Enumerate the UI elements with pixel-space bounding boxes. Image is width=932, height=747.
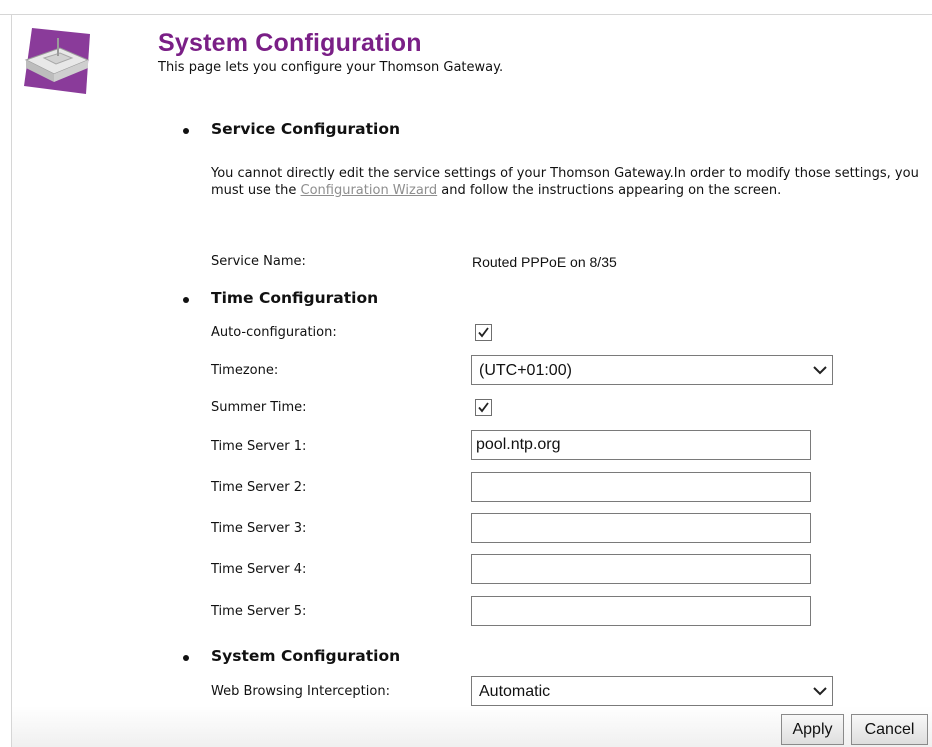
time-server-2-label: Time Server 2: <box>211 480 307 495</box>
service-info-text-2: and follow the instructions appearing on… <box>437 182 782 198</box>
cancel-button[interactable]: Cancel <box>851 714 928 745</box>
summer-time-label: Summer Time: <box>211 400 307 415</box>
service-configuration-heading: Service Configuration <box>211 120 401 138</box>
apply-button[interactable]: Apply <box>781 714 844 745</box>
service-name-label: Service Name: <box>211 254 306 269</box>
auto-configuration-label: Auto-configuration: <box>211 325 337 340</box>
time-server-2-input[interactable] <box>471 472 811 502</box>
bullet-icon <box>183 655 189 661</box>
time-server-3-input[interactable] <box>471 513 811 543</box>
configuration-wizard-link[interactable]: Configuration Wizard <box>301 183 438 198</box>
page-description: This page lets you configure your Thomso… <box>158 60 504 75</box>
time-server-5-label: Time Server 5: <box>211 604 307 619</box>
chevron-down-icon <box>813 687 827 696</box>
time-configuration-heading: Time Configuration <box>211 289 379 307</box>
web-browsing-interception-selected-value: Automatic <box>479 683 551 700</box>
chevron-down-icon <box>813 366 827 375</box>
auto-configuration-checkbox[interactable] <box>475 324 492 341</box>
top-divider <box>0 14 932 15</box>
bullet-icon <box>183 297 189 303</box>
timezone-label: Timezone: <box>211 363 279 378</box>
left-divider <box>11 14 12 747</box>
summer-time-checkbox[interactable] <box>475 399 492 416</box>
service-name-value: Routed PPPoE on 8/35 <box>472 254 617 270</box>
time-server-4-input[interactable] <box>471 554 811 584</box>
timezone-select[interactable]: (UTC+01:00) <box>471 355 833 385</box>
system-configuration-heading: System Configuration <box>211 647 401 665</box>
service-info-paragraph: You cannot directly edit the service set… <box>211 166 923 199</box>
checkmark-icon <box>478 327 489 338</box>
timezone-selected-value: (UTC+01:00) <box>479 362 572 379</box>
web-browsing-interception-label: Web Browsing Interception: <box>211 684 390 699</box>
time-server-1-label: Time Server 1: <box>211 439 307 454</box>
checkmark-icon <box>478 402 489 413</box>
page-title: System Configuration <box>158 29 422 57</box>
gateway-device-icon <box>24 24 91 94</box>
time-server-1-input[interactable] <box>471 430 811 460</box>
time-server-5-input[interactable] <box>471 596 811 626</box>
time-server-4-label: Time Server 4: <box>211 562 307 577</box>
web-browsing-interception-select[interactable]: Automatic <box>471 676 833 706</box>
time-server-3-label: Time Server 3: <box>211 521 307 536</box>
bullet-icon <box>183 128 189 134</box>
